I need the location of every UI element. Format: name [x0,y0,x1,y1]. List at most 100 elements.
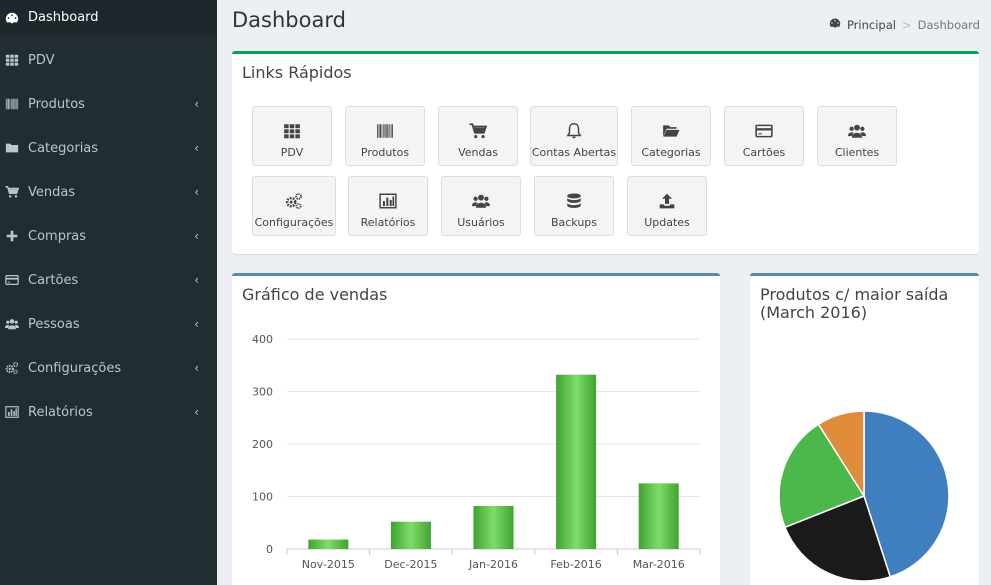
bar[interactable] [308,539,349,549]
quick-links-box: Links Rápidos PDV Produtos Vendas Contas Ab… [232,51,979,254]
breadcrumb: Principal > Dashboard [829,17,980,32]
bar-chart-icon [5,405,19,419]
sidebar: Dashboard PDV Produtos ‹ Categorias ‹ Vendas ‹ C… [0,0,217,585]
database-icon [565,192,583,210]
folder-icon [5,141,19,155]
quick-link-label: Configurações [254,216,334,229]
quick-link-label: Vendas [458,146,498,159]
breadcrumb-separator: > [901,17,912,32]
chevron-left-icon: ‹ [194,97,199,111]
quick-links-title: Links Rápidos [242,63,352,82]
cogs-icon [5,361,19,375]
bar[interactable] [638,483,679,549]
cart-icon [469,122,487,140]
users-icon [5,317,19,331]
quick-link-label: Cartões [742,146,786,159]
users-icon [848,122,866,140]
y-tick-label: 300 [252,386,273,399]
quick-link-label: Contas Abertas [531,146,617,159]
quick-link-contas-abertas-button[interactable]: Contas Abertas [530,106,618,166]
sidebar-item-label: Compras [28,228,87,244]
breadcrumb-current: Dashboard [917,17,980,32]
x-tick-label: Feb-2016 [550,558,601,571]
bar[interactable] [390,521,431,549]
sidebar-item-pessoas[interactable]: Pessoas ‹ [0,302,217,346]
chevron-left-icon: ‹ [194,141,199,155]
quick-link-label: Clientes [834,146,880,159]
folder-open-icon [662,122,680,140]
grid-icon [5,53,19,67]
x-tick-label: Jan-2016 [468,558,518,571]
breadcrumb-home-link[interactable]: Principal [847,18,896,32]
quick-link-label: Updates [644,216,690,229]
sidebar-item-cartoes[interactable]: Cartões ‹ [0,258,217,302]
quick-link-label: Produtos [360,146,410,159]
chevron-left-icon: ‹ [194,405,199,419]
top-products-box: Produtos c/ maior saída (March 2016) [750,273,979,585]
quick-link-configuracoes-button[interactable]: Configurações [252,176,336,236]
quick-link-cartoes-button[interactable]: Cartões [724,106,804,166]
sales-bar-chart: 0 100 200 300 400 Nov-2015 Dec-2015 Jan-2016 Feb… [252,333,701,571]
users-icon [472,192,490,210]
sales-chart-box: Gráfico de vendas 0 100 200 300 400 Nov-2015 D… [232,273,720,585]
chevron-left-icon: ‹ [194,185,199,199]
quick-link-backups-button[interactable]: Backups [534,176,614,236]
sidebar-menu: Dashboard PDV Produtos ‹ Categorias ‹ Vendas ‹ C… [0,0,217,434]
sidebar-item-compras[interactable]: Compras ‹ [0,214,217,258]
sidebar-item-label: Relatórios [28,404,93,420]
quick-link-relatorios-button[interactable]: Relatórios [348,176,428,236]
y-tick-label: 100 [252,491,273,504]
sidebar-item-dashboard[interactable]: Dashboard [0,0,217,35]
credit-card-icon [755,122,773,140]
quick-link-updates-button[interactable]: Updates [627,176,707,236]
upload-icon [658,192,676,210]
barcode-icon [376,122,394,140]
quick-link-categorias-button[interactable]: Categorias [631,106,711,166]
quick-link-produtos-button[interactable]: Produtos [345,106,425,166]
quick-link-clientes-button[interactable]: Clientes [817,106,897,166]
dashboard-icon [5,11,19,25]
chevron-left-icon: ‹ [194,317,199,331]
x-tick-label: Dec-2015 [384,558,437,571]
sidebar-item-categorias[interactable]: Categorias ‹ [0,126,217,170]
grid-icon [283,122,301,140]
sidebar-item-label: Pessoas [28,316,80,332]
cogs-icon [285,192,303,210]
sidebar-item-label: Configurações [28,360,122,376]
credit-card-icon [5,273,19,287]
sidebar-item-label: Dashboard [28,10,99,25]
bar[interactable] [556,374,597,549]
top-products-pie-chart [778,410,950,582]
chevron-left-icon: ‹ [194,361,199,375]
sidebar-item-label: Cartões [28,272,79,288]
sidebar-item-label: PDV [28,52,55,68]
x-tick-label: Mar-2016 [633,558,685,571]
cart-icon [5,185,19,199]
y-tick-label: 400 [252,333,273,346]
bell-icon [565,122,583,140]
barcode-icon [5,97,19,111]
quick-link-vendas-button[interactable]: Vendas [438,106,518,166]
sidebar-item-produtos[interactable]: Produtos ‹ [0,82,217,126]
sidebar-item-label: Produtos [28,96,85,112]
quick-link-label: Categorias [641,146,701,159]
quick-link-label: PDV [280,146,304,159]
chevron-left-icon: ‹ [194,229,199,243]
bar-chart-icon [379,192,397,210]
bar[interactable] [473,505,514,549]
sidebar-item-label: Categorias [28,140,99,156]
sidebar-item-vendas[interactable]: Vendas ‹ [0,170,217,214]
sidebar-item-pdv[interactable]: PDV [0,38,217,82]
quick-link-label: Relatórios [360,216,416,229]
quick-link-label: Backups [550,216,598,229]
sidebar-item-configuracoes[interactable]: Configurações ‹ [0,346,217,390]
plus-icon [5,229,19,243]
dashboard-icon [829,17,841,32]
y-tick-label: 0 [266,543,273,556]
chevron-left-icon: ‹ [194,273,199,287]
sidebar-item-label: Vendas [28,184,76,200]
quick-link-usuarios-button[interactable]: Usuários [441,176,521,236]
y-tick-label: 200 [252,438,273,451]
sidebar-item-relatorios[interactable]: Relatórios ‹ [0,390,217,434]
quick-link-pdv-button[interactable]: PDV [252,106,332,166]
